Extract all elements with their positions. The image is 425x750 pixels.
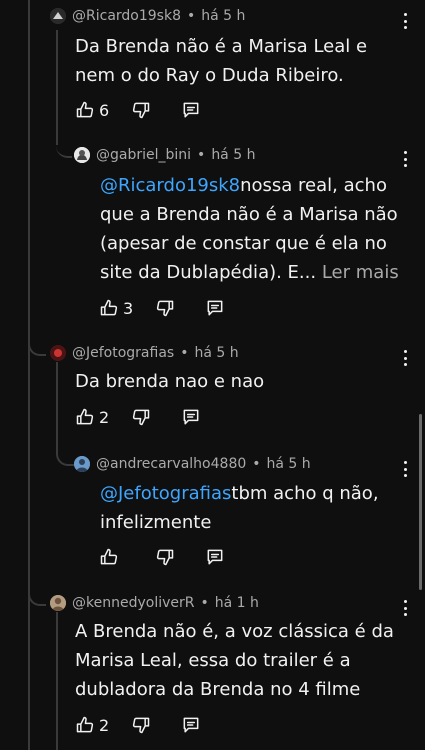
author-name[interactable]: @Jefotografias [72,345,174,361]
reply-button[interactable] [181,406,201,428]
scrollbar[interactable] [419,414,422,590]
read-more-link[interactable]: Ler mais [322,262,399,283]
author-name[interactable]: @andrecarvalho4880 [96,456,246,472]
reply-button[interactable] [205,546,225,568]
comment-meta: @Jefotografias • há 5 h [50,345,239,361]
reply-icon [183,102,199,118]
thumb-up-icon [100,299,118,316]
comment-time[interactable]: há 5 h [211,147,255,163]
thumb-up-icon [76,101,94,118]
thumb-down-icon [132,102,150,119]
author-name[interactable]: @gabriel_bini [96,147,191,163]
like-button[interactable]: 2 [75,714,109,736]
comment-text-line: (apesar de constar que é ela no [100,233,387,254]
comment-meta: @andrecarvalho4880 • há 5 h [74,456,311,472]
separator: • [200,595,209,611]
thread-line [28,0,30,750]
reply-button[interactable] [181,99,201,121]
separator: • [252,456,261,472]
comment-text: @Ricardo19sk8nossa real, acho que a Bren… [100,171,399,287]
mention-link[interactable]: @Jefotografias [100,483,231,504]
more-vert-icon[interactable] [403,151,407,167]
comment-text-line: infelizmente [100,512,212,533]
separator: • [186,8,196,24]
comment-time[interactable]: há 5 h [201,8,245,24]
avatar[interactable] [50,595,66,611]
thread-line [56,362,58,442]
more-vert-icon[interactable] [403,600,407,616]
like-button[interactable] [99,546,123,568]
thread-connector [28,578,46,606]
avatar[interactable] [74,456,90,472]
comment-text: A Brenda não é, a voz clássica é da Mari… [75,617,394,704]
thumb-down-icon [132,717,150,734]
comment-meta: @gabriel_bini • há 5 h [74,147,255,163]
comment-time[interactable]: há 1 h [215,595,259,611]
comment-meta: @kennedyoliverR • há 1 h [50,595,259,611]
comment-text-line: dubladora da Brenda no 4 filme [75,679,361,700]
more-vert-icon[interactable] [403,13,407,29]
comment-time[interactable]: há 5 h [267,456,311,472]
comment-text-line: site da Dublapédia). E... [100,262,317,283]
like-count: 2 [99,715,110,735]
reply-button[interactable] [205,297,225,319]
like-count: 6 [99,100,110,120]
reply-connector [56,128,72,158]
like-count: 2 [99,407,110,427]
comment-text-line: Da brenda nao e nao [75,371,265,392]
mention-link[interactable]: @Ricardo19sk8 [100,175,240,196]
reply-icon [183,409,199,425]
thumb-down-icon [132,409,150,426]
comment-time[interactable]: há 5 h [194,345,238,361]
like-button[interactable]: 6 [75,99,109,121]
dislike-button[interactable] [131,99,151,121]
like-button[interactable]: 2 [75,406,109,428]
comment-text: @Jefotografiastbm acho q não, infelizmen… [100,479,379,537]
thumb-up-icon [76,716,94,733]
comment-text: Da Brenda não é a Marisa Leal e nem o do… [75,32,367,90]
author-name[interactable]: @Ricardo19sk8 [72,8,181,24]
thumb-up-icon [76,408,94,425]
thumb-down-icon [156,549,174,566]
dislike-button[interactable] [155,297,175,319]
comment-text-line: A Brenda não é, a voz clássica é da [75,621,394,642]
dislike-button[interactable] [155,546,175,568]
separator: • [197,147,206,163]
reply-connector [56,440,74,466]
avatar[interactable] [50,345,66,361]
avatar[interactable] [74,147,90,163]
dislike-button[interactable] [131,406,151,428]
thumb-down-icon [156,300,174,317]
separator: • [180,345,189,361]
comment-text-line: Da Brenda não é a Marisa Leal e [75,36,368,57]
comment-meta: @Ricardo19sk8 • há 5 h [50,8,245,24]
more-vert-icon[interactable] [403,350,407,366]
thread-line [56,612,58,750]
comment-text-line: nem o do Ray o Duda Ribeiro. [75,65,344,86]
author-name[interactable]: @kennedyoliverR [72,595,194,611]
avatar[interactable] [50,8,66,24]
like-button[interactable]: 3 [99,297,133,319]
thumb-up-icon [100,548,118,565]
reply-icon [207,300,223,316]
comment-text-line: Marisa Leal, essa do trailer é a [75,650,351,671]
thread-connector [28,328,46,356]
comment-text-line: tbm acho q não, [231,483,379,504]
comment-text-line: nossa real, acho [240,175,387,196]
dislike-button[interactable] [131,714,151,736]
more-vert-icon[interactable] [403,461,407,477]
reply-button[interactable] [181,714,201,736]
reply-icon [207,549,223,565]
reply-icon [183,717,199,733]
like-count: 3 [123,298,134,318]
comment-text: Da brenda nao e nao [75,367,264,396]
comment-text-line: que a Brenda não é a Marisa não [100,204,398,225]
